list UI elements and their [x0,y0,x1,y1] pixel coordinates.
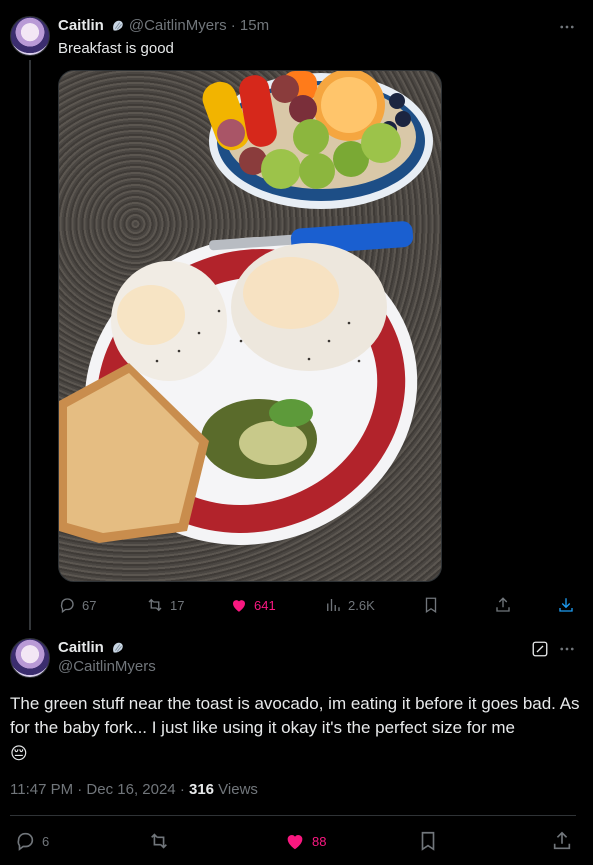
repost-count: 17 [170,597,185,613]
grok-icon[interactable] [531,640,549,663]
like-icon [287,835,303,850]
verified-shell-icon [111,641,125,655]
bookmark-button[interactable] [422,596,440,614]
like-icon [233,600,245,612]
reply-count: 6 [42,833,50,849]
display-name[interactable]: Caitlin [58,639,104,656]
avatar[interactable] [10,16,50,56]
tweet-text-body: The green stuff near the toast is avocad… [10,694,580,737]
views-icon [327,599,340,611]
tweet-meta: 11:47 PM · Dec 16, 2024 · 316 Views [10,781,258,798]
repost-button[interactable]: 17 [146,596,184,614]
reply-count: 67 [82,597,97,613]
avatar[interactable] [10,638,50,678]
views-label: Views [214,781,258,798]
tweet-photo[interactable] [58,70,442,582]
share-button[interactable] [494,596,512,614]
emoji: 😔 [10,744,28,763]
reply-icon [17,832,34,851]
timestamp[interactable]: 11:47 PM · Dec 16, 2024 · [10,781,189,798]
reply-icon [60,598,74,614]
tweet-text: Breakfast is good [58,40,174,57]
bookmark-icon [421,831,435,851]
thread-line [29,60,31,630]
views-count: 2.6K [348,597,375,613]
more-icon[interactable] [558,640,576,663]
share-icon [496,597,510,612]
like-button[interactable]: 641 [230,596,276,614]
download-icon [559,598,573,612]
verified-shell-icon [111,19,125,33]
download-button[interactable] [557,596,575,614]
reply-button[interactable]: 6 [14,830,49,852]
tweet-text: The green stuff near the toast is avocad… [10,692,580,766]
tweet1-header: Caitlin @CaitlinMyers · 15m [58,17,269,34]
breakfast-photo-art [59,71,433,545]
like-count: 88 [312,833,327,849]
reply-button[interactable]: 67 [58,596,96,614]
more-icon[interactable] [558,18,576,41]
handle-time[interactable]: @CaitlinMyers · 15m [129,17,269,34]
tweet2-header: Caitlin @CaitlinMyers [58,639,156,675]
views-number: 316 [188,781,215,798]
share-button[interactable] [551,830,573,852]
repost-button[interactable] [148,830,170,852]
like-count: 641 [254,597,276,613]
views-button[interactable]: 2.6K [324,596,375,614]
display-name[interactable]: Caitlin [58,17,104,34]
bookmark-icon [425,597,437,614]
bookmark-button[interactable] [417,830,439,852]
share-icon [553,831,571,850]
like-button[interactable]: 88 [284,830,326,852]
repost-icon [151,833,167,849]
divider [10,815,576,816]
repost-icon [148,598,162,612]
handle[interactable]: @CaitlinMyers [58,658,156,675]
